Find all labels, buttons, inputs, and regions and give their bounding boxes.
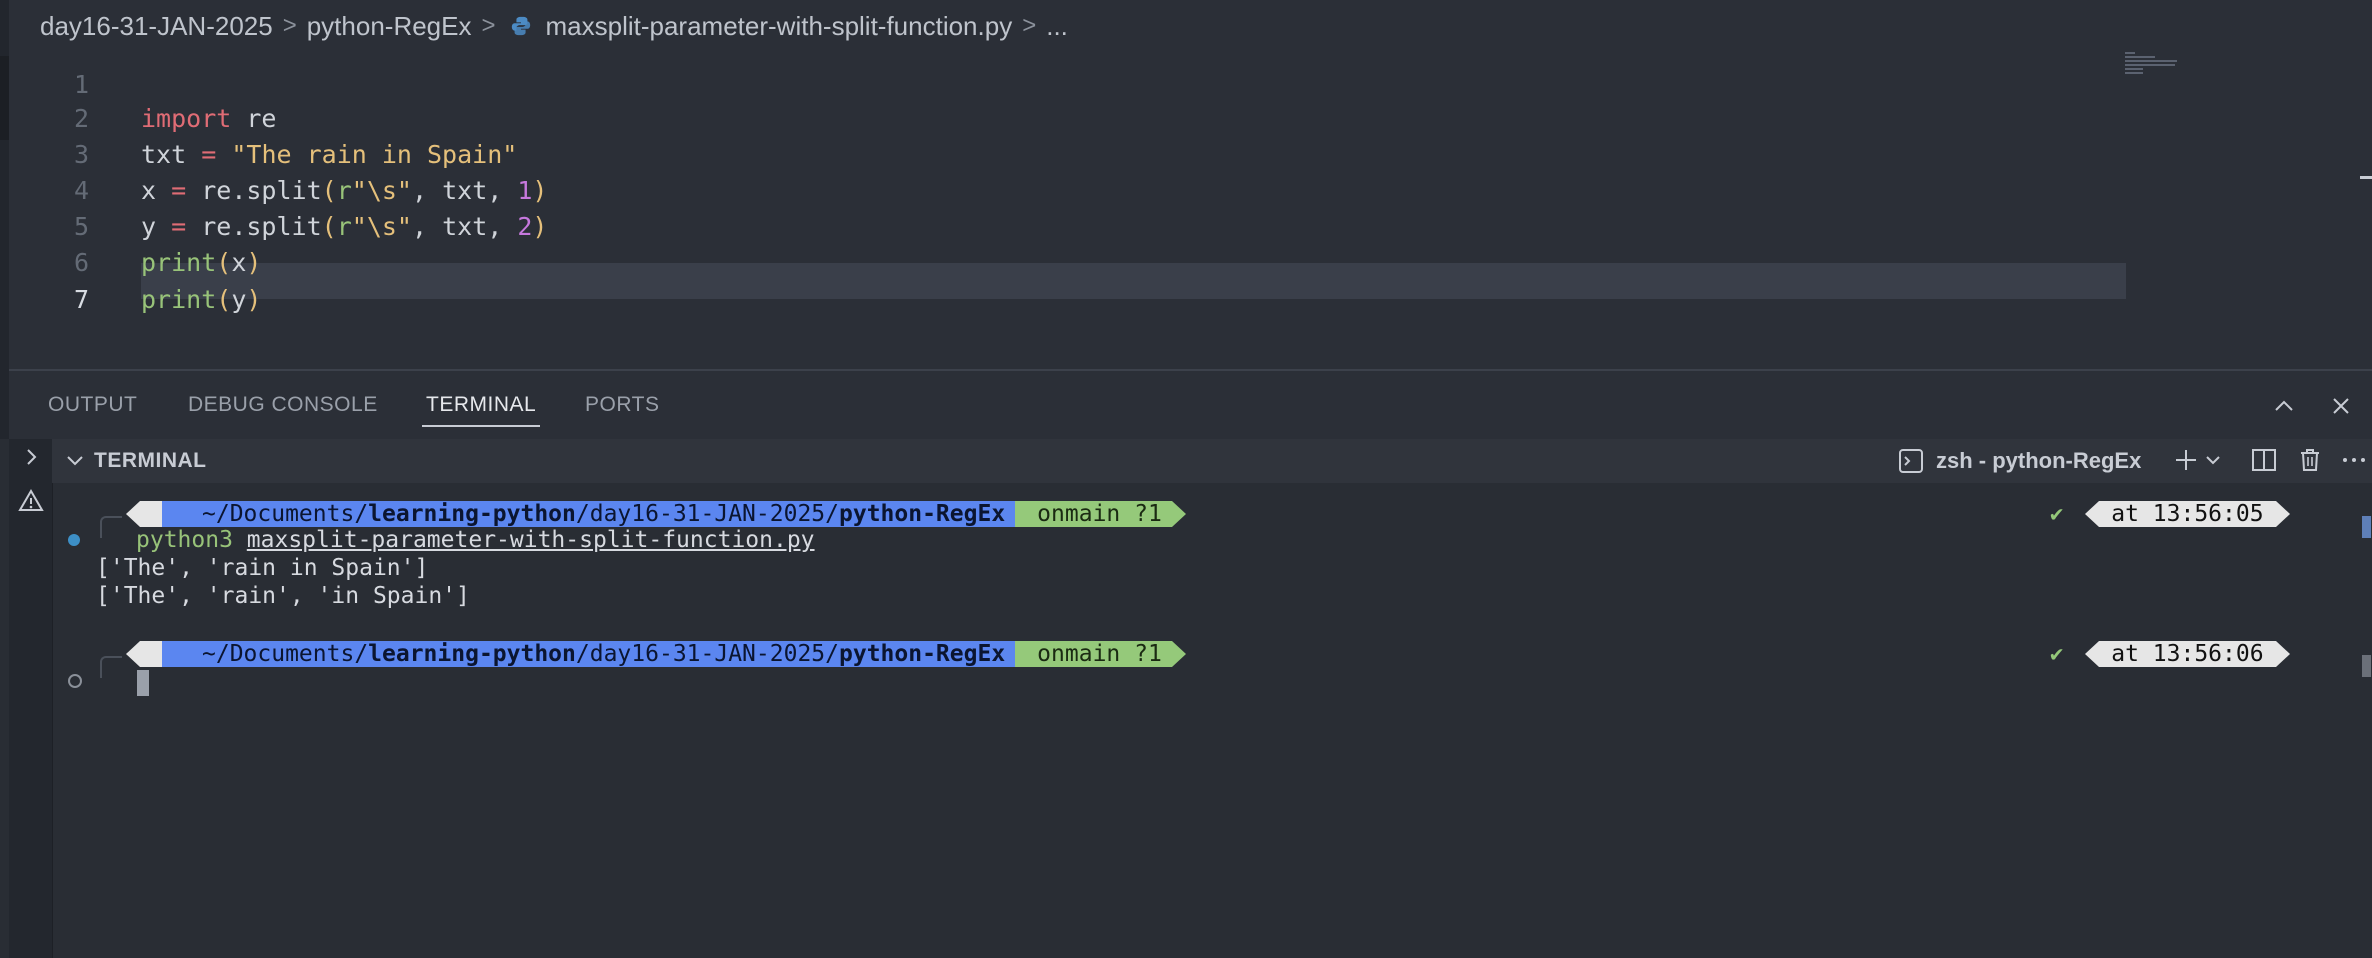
line-number: 4 bbox=[73, 175, 89, 205]
chevron-down-icon[interactable] bbox=[2204, 446, 2222, 474]
breadcrumb-folder-day16[interactable]: day16-31-JAN-2025 bbox=[40, 11, 273, 42]
tab-ports[interactable]: PORTS bbox=[585, 393, 659, 417]
breadcrumb-folder-python-regex[interactable]: python-RegEx bbox=[307, 11, 472, 42]
tab-debug-console[interactable]: DEBUG CONSOLE bbox=[188, 393, 378, 417]
tab-terminal[interactable]: TERMINAL bbox=[421, 393, 541, 427]
prompt-git-segment: on main ?1 bbox=[1015, 501, 1172, 527]
prompt-time: at 13:56:06 bbox=[2099, 641, 2276, 667]
minimap[interactable] bbox=[2125, 52, 2185, 82]
line-number: 1 bbox=[73, 69, 89, 99]
close-icon[interactable] bbox=[2327, 392, 2355, 420]
terminal-output-line: ['The', 'rain in Spain'] bbox=[96, 555, 429, 581]
terminal-instance-tab[interactable]: zsh - python-RegEx bbox=[1898, 448, 2141, 474]
prompt-git-segment: on main ?1 bbox=[1015, 641, 1172, 667]
terminal-prompt: ~/Documents/learning-python/day16-31-JAN… bbox=[126, 641, 1186, 667]
prompt-path-segment: ~/Documents/learning-python/day16-31-JAN… bbox=[162, 501, 1016, 527]
add-terminal-icon[interactable] bbox=[2172, 446, 2200, 474]
line-number: 6 bbox=[73, 247, 89, 277]
apple-logo-icon bbox=[140, 641, 162, 667]
editor-scrollbar-marker bbox=[2360, 176, 2372, 179]
prompt-time: at 13:56:05 bbox=[2099, 501, 2276, 527]
more-actions-icon[interactable] bbox=[2340, 446, 2368, 474]
breadcrumb-symbol-ellipsis[interactable]: ... bbox=[1046, 11, 1068, 42]
line-number: 2 bbox=[73, 103, 89, 133]
code-line-current: 7 print(y) bbox=[9, 281, 2109, 317]
code-line: 6 print(x) bbox=[9, 244, 2109, 280]
python-file-icon bbox=[511, 16, 530, 36]
command-success-decoration[interactable] bbox=[68, 534, 80, 546]
code-editor[interactable]: 1 2 import re 3 txt = "The rain in Spain… bbox=[9, 52, 2372, 368]
terminal-instance-name: zsh - python-RegEx bbox=[1936, 448, 2142, 473]
chevron-right-icon: > bbox=[1022, 12, 1037, 39]
maximize-panel-icon[interactable] bbox=[2270, 392, 2298, 420]
split-terminal-icon[interactable] bbox=[2250, 446, 2278, 474]
breadcrumb: day16-31-JAN-2025 > python-RegEx > maxsp… bbox=[40, 0, 2372, 52]
panel-tab-bar: OUTPUT DEBUG CONSOLE TERMINAL PORTS bbox=[9, 371, 2372, 439]
check-icon: ✔ bbox=[2050, 641, 2064, 667]
line-number: 5 bbox=[73, 211, 89, 241]
code-line: 2 import re bbox=[9, 100, 2109, 136]
code-line: 5 y = re.split(r"\s", txt, 2) bbox=[9, 208, 2109, 244]
terminal-scrollbar-marker[interactable] bbox=[2362, 655, 2371, 677]
apple-logo-icon bbox=[140, 501, 162, 527]
prompt-connector bbox=[100, 516, 122, 538]
terminal-output-line: ['The', 'rain', 'in Spain'] bbox=[96, 583, 470, 609]
warning-icon[interactable] bbox=[17, 487, 45, 515]
terminal-right-prompt: ✔ at 13:56:06 bbox=[2050, 641, 2290, 667]
terminal-cursor bbox=[137, 670, 149, 696]
terminal-right-prompt: ✔ at 13:56:05 bbox=[2050, 501, 2290, 527]
chevron-right-icon: > bbox=[282, 12, 297, 39]
check-icon: ✔ bbox=[2050, 501, 2064, 527]
code-line: 3 txt = "The rain in Spain" bbox=[9, 136, 2109, 172]
chevron-down-icon[interactable] bbox=[64, 449, 86, 471]
terminal-command-line: python3 maxsplit-parameter-with-split-fu… bbox=[136, 527, 815, 553]
code-line: 4 x = re.split(r"\s", txt, 1) bbox=[9, 172, 2109, 208]
terminal-section-title: TERMINAL bbox=[94, 449, 207, 472]
command-pending-decoration[interactable] bbox=[68, 674, 82, 688]
code-line: 1 bbox=[9, 66, 2109, 102]
line-number: 3 bbox=[73, 139, 89, 169]
git-branch-label: main ?1 bbox=[1064, 501, 1162, 527]
line-number: 7 bbox=[73, 284, 89, 314]
terminal-scrollbar-marker[interactable] bbox=[2362, 516, 2371, 538]
breadcrumb-file[interactable]: maxsplit-parameter-with-split-function.p… bbox=[546, 11, 1013, 42]
panel-side-bar bbox=[9, 439, 53, 958]
terminal-prompt: ~/Documents/learning-python/day16-31-JAN… bbox=[126, 501, 1186, 527]
git-branch-label: main ?1 bbox=[1064, 641, 1162, 667]
tab-output[interactable]: OUTPUT bbox=[48, 393, 137, 417]
prompt-connector bbox=[100, 656, 122, 678]
chevron-right-icon: > bbox=[481, 12, 496, 39]
terminal-icon bbox=[1899, 449, 1923, 473]
trash-icon[interactable] bbox=[2296, 446, 2324, 474]
chevron-right-icon[interactable] bbox=[19, 445, 43, 469]
prompt-path-segment: ~/Documents/learning-python/day16-31-JAN… bbox=[162, 641, 1016, 667]
